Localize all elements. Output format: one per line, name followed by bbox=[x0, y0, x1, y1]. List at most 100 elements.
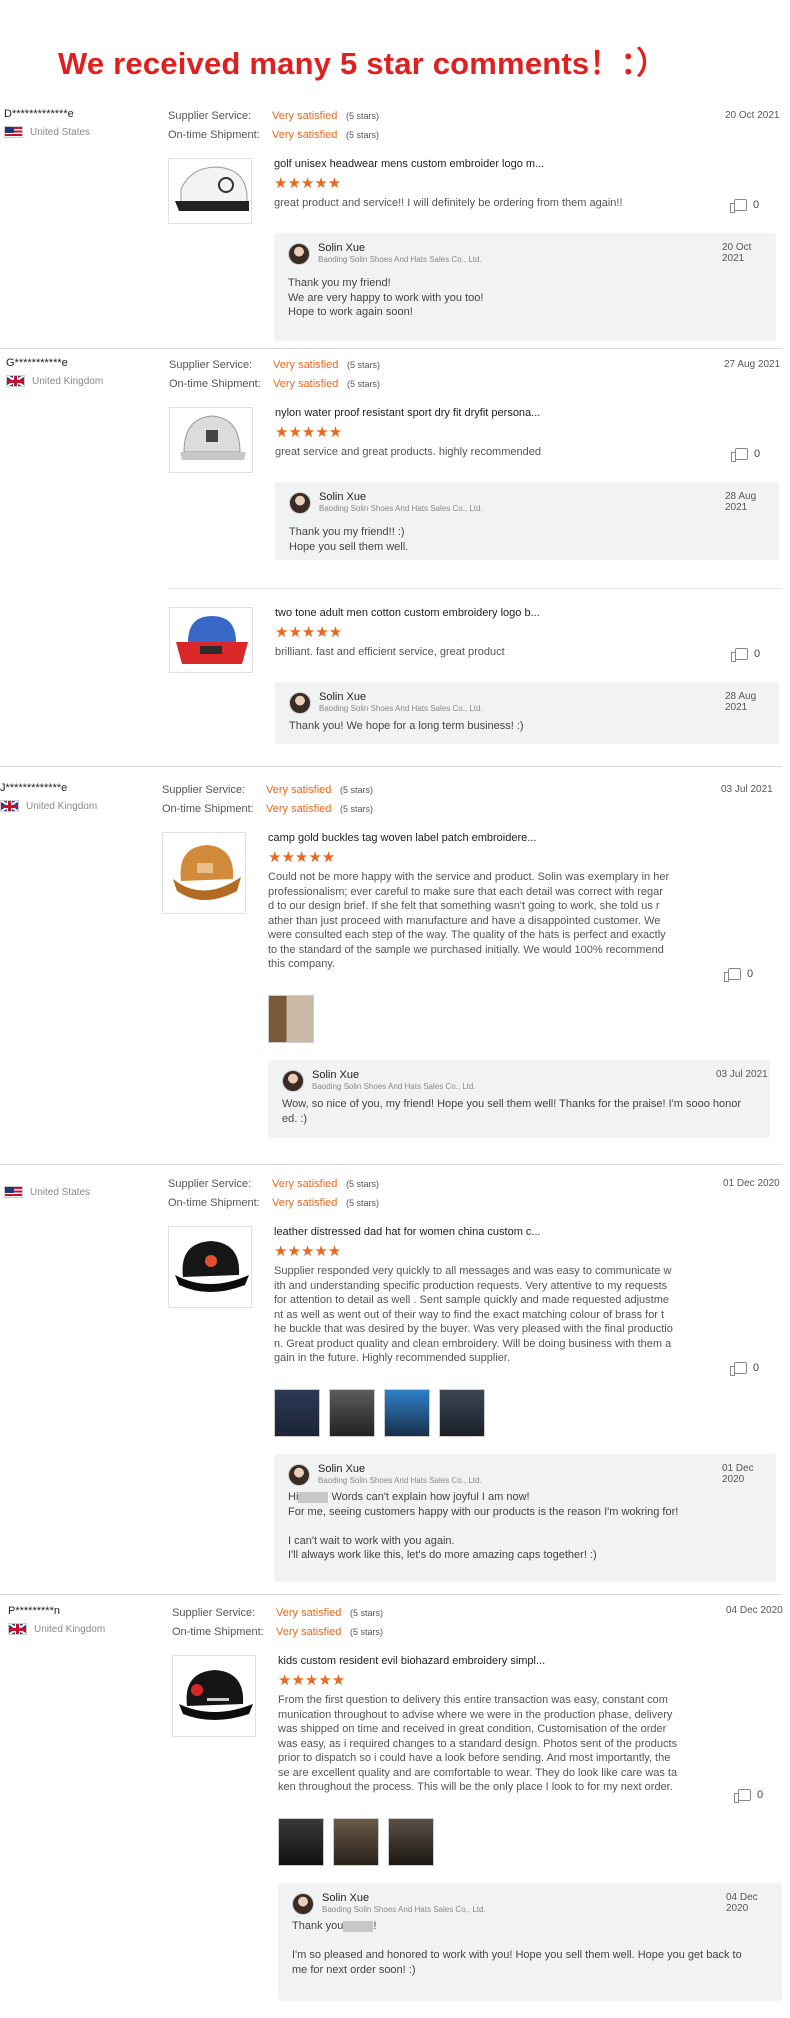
ontime-shipment-rating: On-time Shipment: Very satisfied (5 stars) bbox=[162, 803, 374, 815]
avatar bbox=[292, 1893, 314, 1915]
thumbs-up-icon bbox=[730, 1362, 747, 1376]
like-button[interactable]: 0 bbox=[731, 648, 760, 662]
thumbs-up-icon bbox=[731, 648, 748, 662]
reply-author: Solin Xue bbox=[318, 1463, 366, 1475]
reply-date: 01 Dec 2020 bbox=[722, 1463, 754, 1485]
rating-stars: ★★★★★ bbox=[278, 1672, 346, 1689]
product-thumbnail[interactable] bbox=[162, 832, 246, 914]
supplier-service-rating: Supplier Service: Very satisfied (5 stars) bbox=[162, 784, 374, 796]
reply-text: Thank you! I'm so pleased and honored to… bbox=[292, 1920, 742, 1976]
uk-flag-icon bbox=[8, 1623, 27, 1635]
review-card: G***********e United Kingdom Supplier Se… bbox=[0, 357, 790, 767]
supplier-reply: Solin Xue Baoding Solin Shoes And Hats S… bbox=[275, 682, 779, 744]
review-text: Supplier responded very quickly to all m… bbox=[274, 1265, 673, 1364]
product-title[interactable]: leather distressed dad hat for women chi… bbox=[274, 1226, 541, 1238]
reply-company: Baoding Solin Shoes And Hats Sales Co., … bbox=[319, 504, 483, 513]
review-date: 03 Jul 2021 bbox=[721, 784, 773, 795]
product-thumbnail[interactable] bbox=[169, 607, 253, 673]
like-button[interactable]: 0 bbox=[730, 199, 759, 213]
reply-text: Thank you my friend! We are very happy t… bbox=[288, 277, 484, 318]
reply-date: 03 Jul 2021 bbox=[716, 1069, 768, 1080]
rating-stars: ★★★★★ bbox=[274, 1243, 342, 1260]
like-button[interactable]: 0 bbox=[724, 968, 753, 982]
product-title[interactable]: two tone adult men cotton custom embroid… bbox=[275, 607, 540, 619]
reply-date: 04 Dec 2020 bbox=[726, 1892, 758, 1914]
buyer-country: United States bbox=[4, 1186, 90, 1198]
review-photo[interactable] bbox=[439, 1389, 485, 1437]
thumbs-up-icon bbox=[731, 448, 748, 462]
reply-author: Solin Xue bbox=[319, 491, 367, 503]
review-date: 20 Oct 2021 bbox=[725, 110, 780, 121]
reply-company: Baoding Solin Shoes And Hats Sales Co., … bbox=[322, 1905, 486, 1914]
avatar bbox=[288, 1464, 310, 1486]
buyer-name: P*********n bbox=[8, 1605, 60, 1617]
review-photo[interactable] bbox=[274, 1389, 320, 1437]
reply-company: Baoding Solin Shoes And Hats Sales Co., … bbox=[319, 704, 483, 713]
like-button[interactable]: 0 bbox=[730, 1362, 759, 1376]
avatar bbox=[288, 243, 310, 265]
review-photo[interactable] bbox=[333, 1818, 379, 1866]
review-photo[interactable] bbox=[268, 995, 314, 1043]
review-card: P*********n United Kingdom Supplier Serv… bbox=[0, 1605, 790, 2015]
like-button[interactable]: 0 bbox=[734, 1789, 763, 1803]
supplier-service-rating: Supplier Service: Very satisfied (5 stars) bbox=[169, 359, 381, 371]
redacted-name bbox=[298, 1491, 329, 1503]
ontime-shipment-rating: On-time Shipment: Very satisfied (5 stars) bbox=[172, 1626, 384, 1638]
review-photo[interactable] bbox=[388, 1818, 434, 1866]
reply-company: Baoding Solin Shoes And Hats Sales Co., … bbox=[318, 255, 482, 264]
like-button[interactable]: 0 bbox=[731, 448, 760, 462]
redacted-name bbox=[343, 1920, 374, 1932]
reply-date: 28 Aug 2021 bbox=[725, 691, 757, 713]
reply-date: 20 Oct 2021 bbox=[722, 242, 752, 264]
rating-stars: ★★★★★ bbox=[274, 175, 342, 192]
uk-flag-icon bbox=[6, 375, 25, 387]
product-thumbnail[interactable] bbox=[168, 1226, 252, 1308]
product-thumbnail[interactable] bbox=[168, 158, 252, 224]
review-date: 01 Dec 2020 bbox=[723, 1178, 780, 1189]
review-text: Could not be more happy with the service… bbox=[268, 871, 670, 970]
review-photo[interactable] bbox=[278, 1818, 324, 1866]
thumbs-up-icon bbox=[734, 1789, 751, 1803]
review-photos bbox=[278, 1818, 434, 1866]
product-title[interactable]: kids custom resident evil biohazard embr… bbox=[278, 1655, 545, 1667]
review-photo[interactable] bbox=[384, 1389, 430, 1437]
review-text: great service and great products. highly… bbox=[275, 446, 541, 458]
product-title[interactable]: camp gold buckles tag woven label patch … bbox=[268, 832, 536, 844]
buyer-name: G***********e bbox=[6, 357, 68, 369]
product-title[interactable]: nylon water proof resistant sport dry fi… bbox=[275, 407, 540, 419]
thumbs-up-icon bbox=[730, 199, 747, 213]
review-photos bbox=[268, 995, 314, 1043]
reply-date: 28 Aug 2021 bbox=[725, 491, 757, 513]
avatar bbox=[289, 692, 311, 714]
reply-author: Solin Xue bbox=[319, 691, 367, 703]
supplier-reply: Solin Xue Baoding Solin Shoes And Hats S… bbox=[268, 1060, 770, 1138]
reply-author: Solin Xue bbox=[322, 1892, 370, 1904]
reply-text: Wow, so nice of you, my friend! Hope you… bbox=[282, 1098, 742, 1125]
reply-company: Baoding Solin Shoes And Hats Sales Co., … bbox=[312, 1082, 476, 1091]
reply-text: Hi Words can't explain how joyful I am n… bbox=[288, 1491, 679, 1561]
review-photo[interactable] bbox=[329, 1389, 375, 1437]
reply-text: Thank you! We hope for a long term busin… bbox=[289, 720, 524, 732]
ontime-shipment-rating: On-time Shipment: Very satisfied (5 stars) bbox=[169, 378, 381, 390]
buyer-name: J*************e bbox=[0, 782, 68, 794]
avatar bbox=[289, 492, 311, 514]
product-title[interactable]: golf unisex headwear mens custom embroid… bbox=[274, 158, 544, 170]
product-thumbnail[interactable] bbox=[169, 407, 253, 473]
buyer-country: United Kingdom bbox=[6, 375, 103, 387]
buyer-name: D*************e bbox=[4, 108, 74, 120]
rating-stars: ★★★★★ bbox=[268, 849, 336, 866]
supplier-reply: Solin Xue Baoding Solin Shoes And Hats S… bbox=[274, 233, 776, 341]
review-photos bbox=[274, 1389, 485, 1437]
reply-author: Solin Xue bbox=[312, 1069, 360, 1081]
reply-author: Solin Xue bbox=[318, 242, 366, 254]
page-headline: We received many 5 star comments！：） bbox=[58, 46, 668, 81]
review-text: great product and service!! I will defin… bbox=[274, 197, 623, 209]
product-thumbnail[interactable] bbox=[172, 1655, 256, 1737]
supplier-reply: Solin Xue Baoding Solin Shoes And Hats S… bbox=[278, 1883, 782, 2001]
buyer-country: United Kingdom bbox=[0, 800, 97, 812]
review-date: 27 Aug 2021 bbox=[724, 359, 781, 370]
reply-company: Baoding Solin Shoes And Hats Sales Co., … bbox=[318, 1476, 482, 1485]
thumbs-up-icon bbox=[724, 968, 741, 982]
review-text: brilliant. fast and efficient service, g… bbox=[275, 646, 505, 658]
supplier-service-rating: Supplier Service: Very satisfied (5 stars) bbox=[168, 110, 380, 122]
